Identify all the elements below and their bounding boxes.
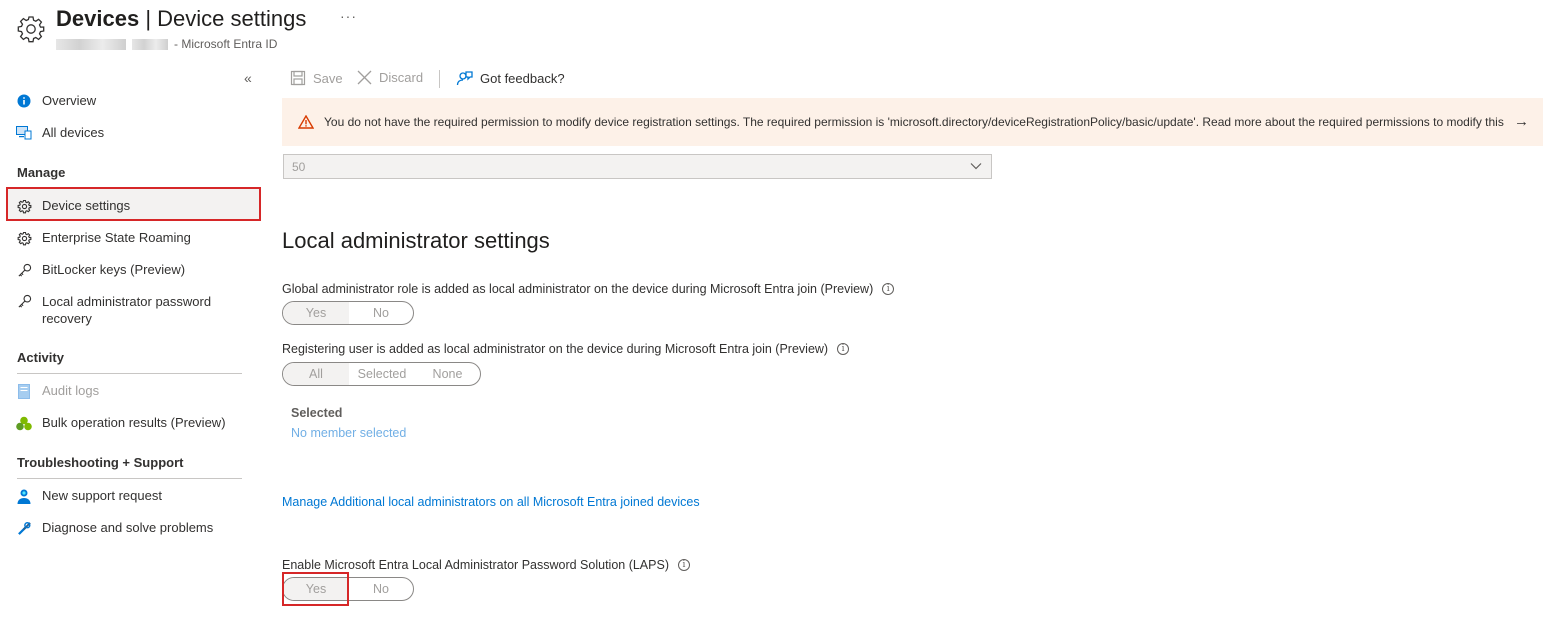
gear-icon bbox=[16, 14, 46, 44]
info-icon[interactable]: i bbox=[837, 343, 850, 355]
manage-additional-admins-link[interactable]: Manage Additional local administrators o… bbox=[282, 495, 700, 509]
save-button[interactable]: Save bbox=[290, 70, 343, 86]
registering-user-toggle[interactable]: All Selected None bbox=[282, 362, 481, 386]
breadcrumb: - Microsoft Entra ID bbox=[56, 37, 277, 51]
warning-icon bbox=[298, 115, 314, 129]
warning-message: You do not have the required permission … bbox=[324, 115, 1504, 129]
save-icon bbox=[290, 70, 306, 86]
key-icon bbox=[16, 293, 32, 309]
highlight-box bbox=[282, 572, 349, 606]
feedback-button[interactable]: Got feedback? bbox=[456, 70, 565, 87]
support-section-header: Troubleshooting + Support bbox=[17, 455, 184, 470]
sidebar-item-audit-logs[interactable]: Audit logs bbox=[16, 383, 246, 399]
toolbar-divider bbox=[439, 70, 440, 88]
registering-user-label: Registering user is added as local admin… bbox=[282, 342, 850, 356]
selected-label: Selected bbox=[291, 406, 343, 420]
toggle-no[interactable]: No bbox=[349, 302, 413, 324]
max-devices-dropdown[interactable]: 50 bbox=[283, 154, 992, 179]
toggle-no[interactable]: No bbox=[349, 578, 413, 600]
info-icon[interactable]: i bbox=[882, 283, 895, 295]
sidebar-item-diagnose-and-solve[interactable]: Diagnose and solve problems bbox=[16, 520, 246, 536]
sidebar-item-bitlocker-keys[interactable]: BitLocker keys (Preview) bbox=[16, 262, 246, 278]
divider bbox=[17, 373, 242, 374]
collapse-sidebar-button[interactable]: « bbox=[244, 70, 252, 86]
wrench-icon bbox=[16, 520, 32, 536]
divider bbox=[17, 478, 242, 479]
discard-button[interactable]: Discard bbox=[357, 70, 423, 85]
activity-section-header: Activity bbox=[17, 350, 64, 365]
highlight-box bbox=[6, 187, 261, 221]
sidebar-item-enterprise-state-roaming[interactable]: Enterprise State Roaming bbox=[16, 230, 246, 246]
clover-icon bbox=[16, 415, 32, 431]
toggle-yes[interactable]: Yes bbox=[283, 302, 349, 324]
laps-label: Enable Microsoft Entra Local Administrat… bbox=[282, 558, 690, 572]
permission-warning-banner: You do not have the required permission … bbox=[282, 98, 1543, 146]
feedback-icon bbox=[456, 70, 473, 87]
toggle-all[interactable]: All bbox=[283, 363, 349, 385]
devices-icon bbox=[16, 125, 32, 141]
key-icon bbox=[16, 262, 32, 278]
manage-section-header: Manage bbox=[17, 165, 66, 180]
toggle-selected[interactable]: Selected bbox=[349, 363, 415, 385]
gear-icon bbox=[16, 230, 32, 246]
chevron-down-icon bbox=[969, 159, 983, 176]
sidebar-item-local-admin-password-recovery[interactable]: Local administrator password recovery bbox=[16, 293, 246, 327]
global-admin-toggle[interactable]: Yes No bbox=[282, 301, 414, 325]
sidebar-item-all-devices[interactable]: All devices bbox=[16, 125, 246, 141]
info-icon bbox=[16, 93, 32, 109]
arrow-right-icon[interactable]: → bbox=[1514, 113, 1529, 130]
sidebar-item-overview[interactable]: Overview bbox=[16, 93, 246, 109]
page-title: Devices | Device settings bbox=[56, 6, 307, 31]
sidebar-item-bulk-operation-results[interactable]: Bulk operation results (Preview) bbox=[16, 415, 246, 431]
toggle-none[interactable]: None bbox=[415, 363, 480, 385]
person-icon bbox=[16, 488, 32, 504]
more-options-button[interactable]: ··· bbox=[340, 8, 357, 24]
global-admin-label: Global administrator role is added as lo… bbox=[282, 282, 895, 296]
sidebar-item-new-support-request[interactable]: New support request bbox=[16, 488, 246, 504]
section-title: Local administrator settings bbox=[282, 228, 550, 253]
info-icon[interactable]: i bbox=[677, 559, 690, 571]
no-member-selected-link[interactable]: No member selected bbox=[291, 426, 406, 440]
log-icon bbox=[16, 383, 32, 399]
close-icon bbox=[357, 70, 372, 85]
